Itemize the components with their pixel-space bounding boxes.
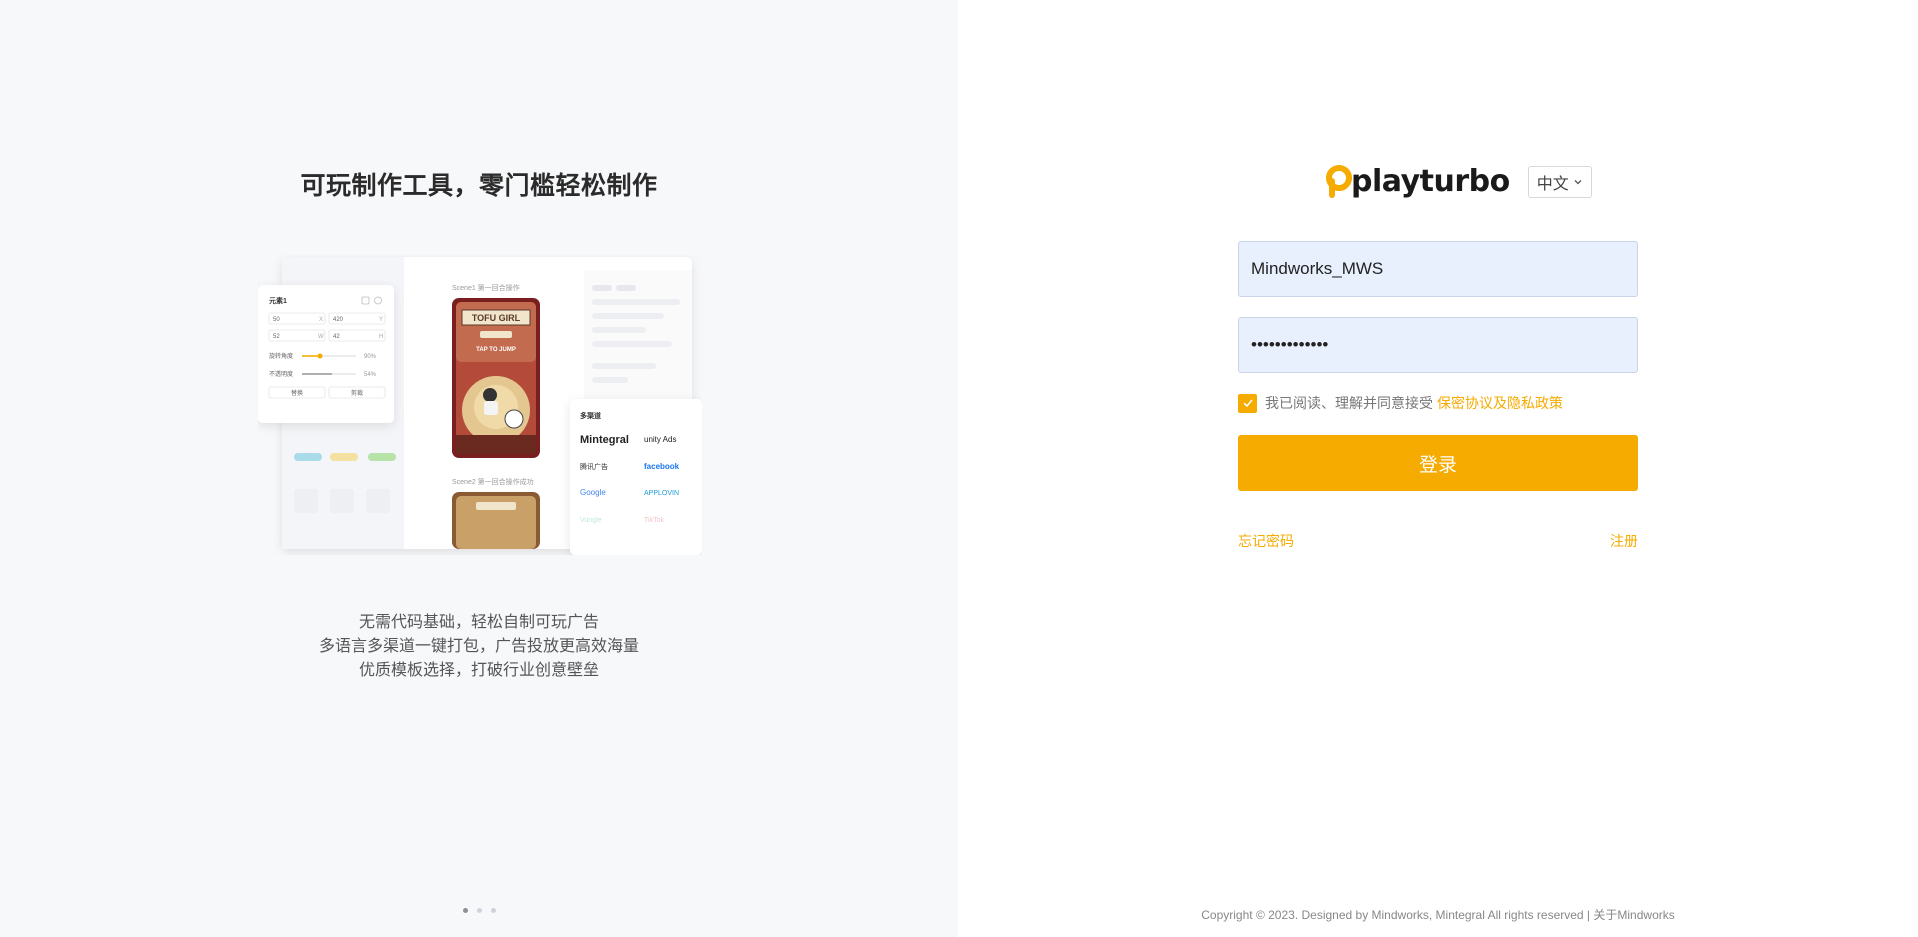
privacy-policy-link[interactable]: 保密协议及隐私政策 xyxy=(1437,393,1563,413)
svg-text:unity Ads: unity Ads xyxy=(644,435,676,444)
check-icon xyxy=(1242,399,1253,408)
svg-text:TikTok: TikTok xyxy=(644,517,664,524)
language-select[interactable]: 中文 xyxy=(1527,165,1592,198)
svg-text:52: 52 xyxy=(273,334,280,340)
login-button[interactable]: 登录 xyxy=(1238,435,1638,491)
game-cta: TAP TO JUMP xyxy=(476,347,516,353)
agreement-text: 我已阅读、理解并同意接受 xyxy=(1265,396,1433,412)
properties-card: 元素1 50 X 420 Y 52 W 42 H 旋转角度 90% 不透明度 5… xyxy=(258,285,394,423)
carousel-dots xyxy=(0,908,958,913)
register-link[interactable]: 注册 xyxy=(1610,531,1638,551)
svg-text:50: 50 xyxy=(273,317,280,323)
promo-line-1: 无需代码基础，轻松自制可玩广告 xyxy=(358,612,599,631)
password-field[interactable] xyxy=(1238,317,1638,373)
language-label: 中文 xyxy=(1536,173,1569,193)
copyright-text: Copyright © 2023. Designed by Mindworks,… xyxy=(1201,908,1594,922)
svg-text:不透明度: 不透明度 xyxy=(269,370,293,378)
password-input[interactable] xyxy=(1251,335,1625,355)
carousel-dot-2[interactable] xyxy=(476,908,482,913)
channels-card: 多渠道 Mintegral unity Ads 腾讯广告 facebook Go… xyxy=(570,399,702,555)
username-field[interactable] xyxy=(1238,241,1638,297)
panel-title: 元素1 xyxy=(269,296,287,305)
svg-text:腾讯广告: 腾讯广告 xyxy=(580,462,608,471)
auth-links: 忘记密码 注册 xyxy=(1238,531,1638,551)
chevron-down-icon xyxy=(1574,179,1582,184)
svg-text:54%: 54% xyxy=(364,372,377,378)
promo-line-3: 优质模板选择，打破行业创意壁垒 xyxy=(358,660,599,679)
svg-text:90%: 90% xyxy=(364,354,377,360)
logo-text: playturbo xyxy=(1351,164,1510,199)
promo-title: 可玩制作工具，零门槛轻松制作 xyxy=(300,171,658,200)
svg-text:替换: 替换 xyxy=(291,389,303,397)
svg-text:旋转角度: 旋转角度 xyxy=(269,352,293,360)
svg-text:Google: Google xyxy=(580,488,606,497)
svg-text:420: 420 xyxy=(333,317,344,323)
username-input[interactable] xyxy=(1251,259,1625,279)
svg-text:facebook: facebook xyxy=(644,462,680,471)
svg-text:42: 42 xyxy=(333,334,340,340)
footer-copyright: Copyright © 2023. Designed by Mindworks,… xyxy=(958,906,1918,923)
promo-panel: 可玩制作工具，零门槛轻松制作 Scene1 第一回合操作 Scene2 第一回合… xyxy=(0,0,958,937)
carousel-dot-3[interactable] xyxy=(490,908,496,913)
agreement-checkbox[interactable] xyxy=(1238,393,1257,413)
agreement-row: 我已阅读、理解并同意接受 保密协议及隐私政策 xyxy=(1238,393,1563,413)
svg-text:Y: Y xyxy=(379,317,383,323)
svg-text:W: W xyxy=(318,334,324,340)
game-title: TOFU GIRL xyxy=(472,313,521,323)
brand-row: playturbo 中文 xyxy=(1326,164,1592,199)
promo-description: 无需代码基础，轻松自制可玩广告 多语言多渠道一键打包，广告投放更高效海量 优质模… xyxy=(0,610,958,682)
svg-text:X: X xyxy=(319,317,323,323)
scene1-label: Scene1 第一回合操作 xyxy=(452,283,520,292)
carousel-dot-1[interactable] xyxy=(462,908,468,913)
game-preview-phone: TOFU GIRL TAP TO JUMP xyxy=(452,298,540,458)
about-mindworks-link[interactable]: 关于Mindworks xyxy=(1593,908,1674,922)
svg-text:多渠道: 多渠道 xyxy=(580,411,601,420)
svg-text:剪裁: 剪裁 xyxy=(351,389,363,397)
forgot-password-link[interactable]: 忘记密码 xyxy=(1238,531,1294,551)
playturbo-logo: playturbo xyxy=(1326,164,1510,199)
product-showcase-illustration: Scene1 第一回合操作 Scene2 第一回合操作成功 TOFU GIRL … xyxy=(258,255,702,555)
svg-text:APPLOVIN: APPLOVIN xyxy=(644,490,679,497)
promo-line-2: 多语言多渠道一键打包，广告投放更高效海量 xyxy=(318,636,639,655)
svg-text:Vungle: Vungle xyxy=(580,517,602,524)
logo-p-icon xyxy=(1326,164,1352,198)
svg-text:Mintegral: Mintegral xyxy=(580,434,629,446)
scene2-label: Scene2 第一回合操作成功 xyxy=(452,477,534,486)
svg-text:H: H xyxy=(379,334,383,340)
